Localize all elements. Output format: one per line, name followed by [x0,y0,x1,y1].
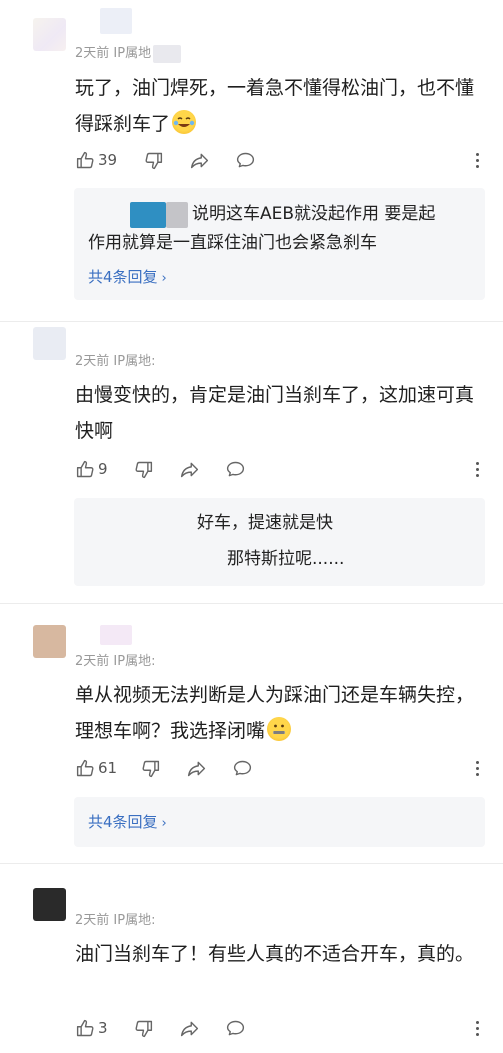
blurred-replier-name-2 [166,202,188,228]
divider [0,603,503,604]
comment-actions: 61 [75,756,485,780]
more-options-button[interactable] [469,457,485,481]
blurred-replier-name [130,202,166,228]
chat-bubble-icon [233,760,252,775]
like-count: 39 [98,151,118,169]
meta-text: 2天前 IP属地 [75,46,152,61]
share-button[interactable] [179,457,200,481]
divider [0,321,503,322]
like-count: 61 [98,759,118,777]
like-button[interactable]: 61 [75,756,117,780]
chat-bubble-icon [236,152,255,167]
view-replies-link[interactable]: 共4条回复 › [88,811,167,832]
avatar[interactable] [33,625,66,658]
comment-text: 单从视频无法判断是人为踩油门还是车辆失控，理想车啊？我选择闭嘴 [75,677,475,749]
thumbs-down-icon [135,461,153,478]
blurred-username [100,625,132,645]
thumbs-up-icon [76,759,94,776]
chat-bubble-icon [226,461,245,476]
reply-preview[interactable]: 好车，提速就是快 那特斯拉呢...... [74,498,485,586]
reply-count-text: 共4条回复 [88,268,158,286]
dot-icon [475,467,479,471]
dot-icon [475,164,479,168]
more-options-button[interactable] [469,756,485,780]
more-options-button[interactable] [469,1016,485,1040]
dot-icon [475,152,479,156]
chat-bubble-icon [226,1020,245,1035]
comment-button[interactable] [235,148,256,172]
like-button[interactable]: 3 [75,1016,108,1040]
thumbs-up-icon [76,1019,94,1036]
comment-button[interactable] [232,756,253,780]
dot-icon [475,158,479,162]
thumbs-up-icon [76,151,94,168]
dot-icon [475,760,479,764]
comment-actions: 3 [75,1016,485,1040]
thumbs-down-icon [135,1020,153,1037]
comment-meta: 2天前 IP属地: [75,654,156,669]
share-arrow-icon [190,153,209,168]
divider [0,863,503,864]
comment-button[interactable] [225,457,246,481]
dot-icon [475,1026,479,1030]
comment-meta: 2天前 IP属地: [75,354,156,369]
dot-icon [475,473,479,477]
like-count: 3 [98,1019,108,1037]
share-arrow-icon [180,462,199,477]
thumbs-down-icon [142,760,160,777]
avatar[interactable] [33,888,66,921]
reply-count-text: 共4条回复 [88,813,158,831]
comment-actions: 9 [75,457,485,481]
avatar[interactable] [33,18,66,51]
dot-icon [475,1032,479,1036]
like-button[interactable]: 39 [75,148,117,172]
thumbs-up-icon [76,460,94,477]
dislike-button[interactable] [140,756,161,780]
dot-icon [475,461,479,465]
view-replies-link[interactable]: 共4条回复 › [88,266,167,287]
more-options-button[interactable] [469,148,485,172]
dislike-button[interactable] [133,457,154,481]
dot-icon [475,766,479,770]
reply-text-line2: 那特斯拉呢...... [227,549,345,569]
share-button[interactable] [179,1016,200,1040]
share-button[interactable] [189,148,210,172]
comment-text: 由慢变快的，肯定是油门当刹车了，这加速可真快啊 [75,384,475,442]
comment-button[interactable] [225,1016,246,1040]
comment-text: 玩了，油门焊死，一着急不懂得松油门，也不懂得踩刹车了 [75,70,475,142]
share-arrow-icon [180,1021,199,1036]
dislike-button[interactable] [133,1016,154,1040]
share-button[interactable] [186,756,207,780]
comment-text-content: 玩了，油门焊死，一着急不懂得松油门，也不懂得踩刹车了 [75,77,475,135]
comment-actions: 39 [75,148,485,172]
avatar[interactable] [33,327,66,360]
like-count: 9 [98,460,108,478]
reply-text-line1: 好车，提速就是快 [197,513,333,533]
blurred-username [100,8,132,34]
comment-text: 油门当刹车了！有些人真的不适合开车，真的。 [75,943,475,965]
dot-icon [475,1020,479,1024]
thumbs-down-icon [145,152,163,169]
reply-preview[interactable]: 说明这车AEB就没起作用 要是起 作用就算是一直踩住油门也会紧急刹车 共4条回复… [74,188,485,300]
reply-preview[interactable]: 共4条回复 › [74,797,485,847]
laughing-crying-emoji-icon [172,110,197,134]
zipper-mouth-emoji-icon [267,717,292,741]
share-arrow-icon [187,761,206,776]
blurred-location [153,44,182,63]
chevron-right-icon: › [161,271,167,286]
reply-text-line2: 作用就算是一直踩住油门也会紧急刹车 [88,233,377,253]
dot-icon [475,772,479,776]
chevron-right-icon: › [161,816,167,831]
comment-meta: 2天前 IP属地 [75,42,182,63]
dislike-button[interactable] [143,148,164,172]
like-button[interactable]: 9 [75,457,108,481]
reply-text-line1: 说明这车AEB就没起作用 要是起 [192,204,436,224]
comment-meta: 2天前 IP属地: [75,913,156,928]
